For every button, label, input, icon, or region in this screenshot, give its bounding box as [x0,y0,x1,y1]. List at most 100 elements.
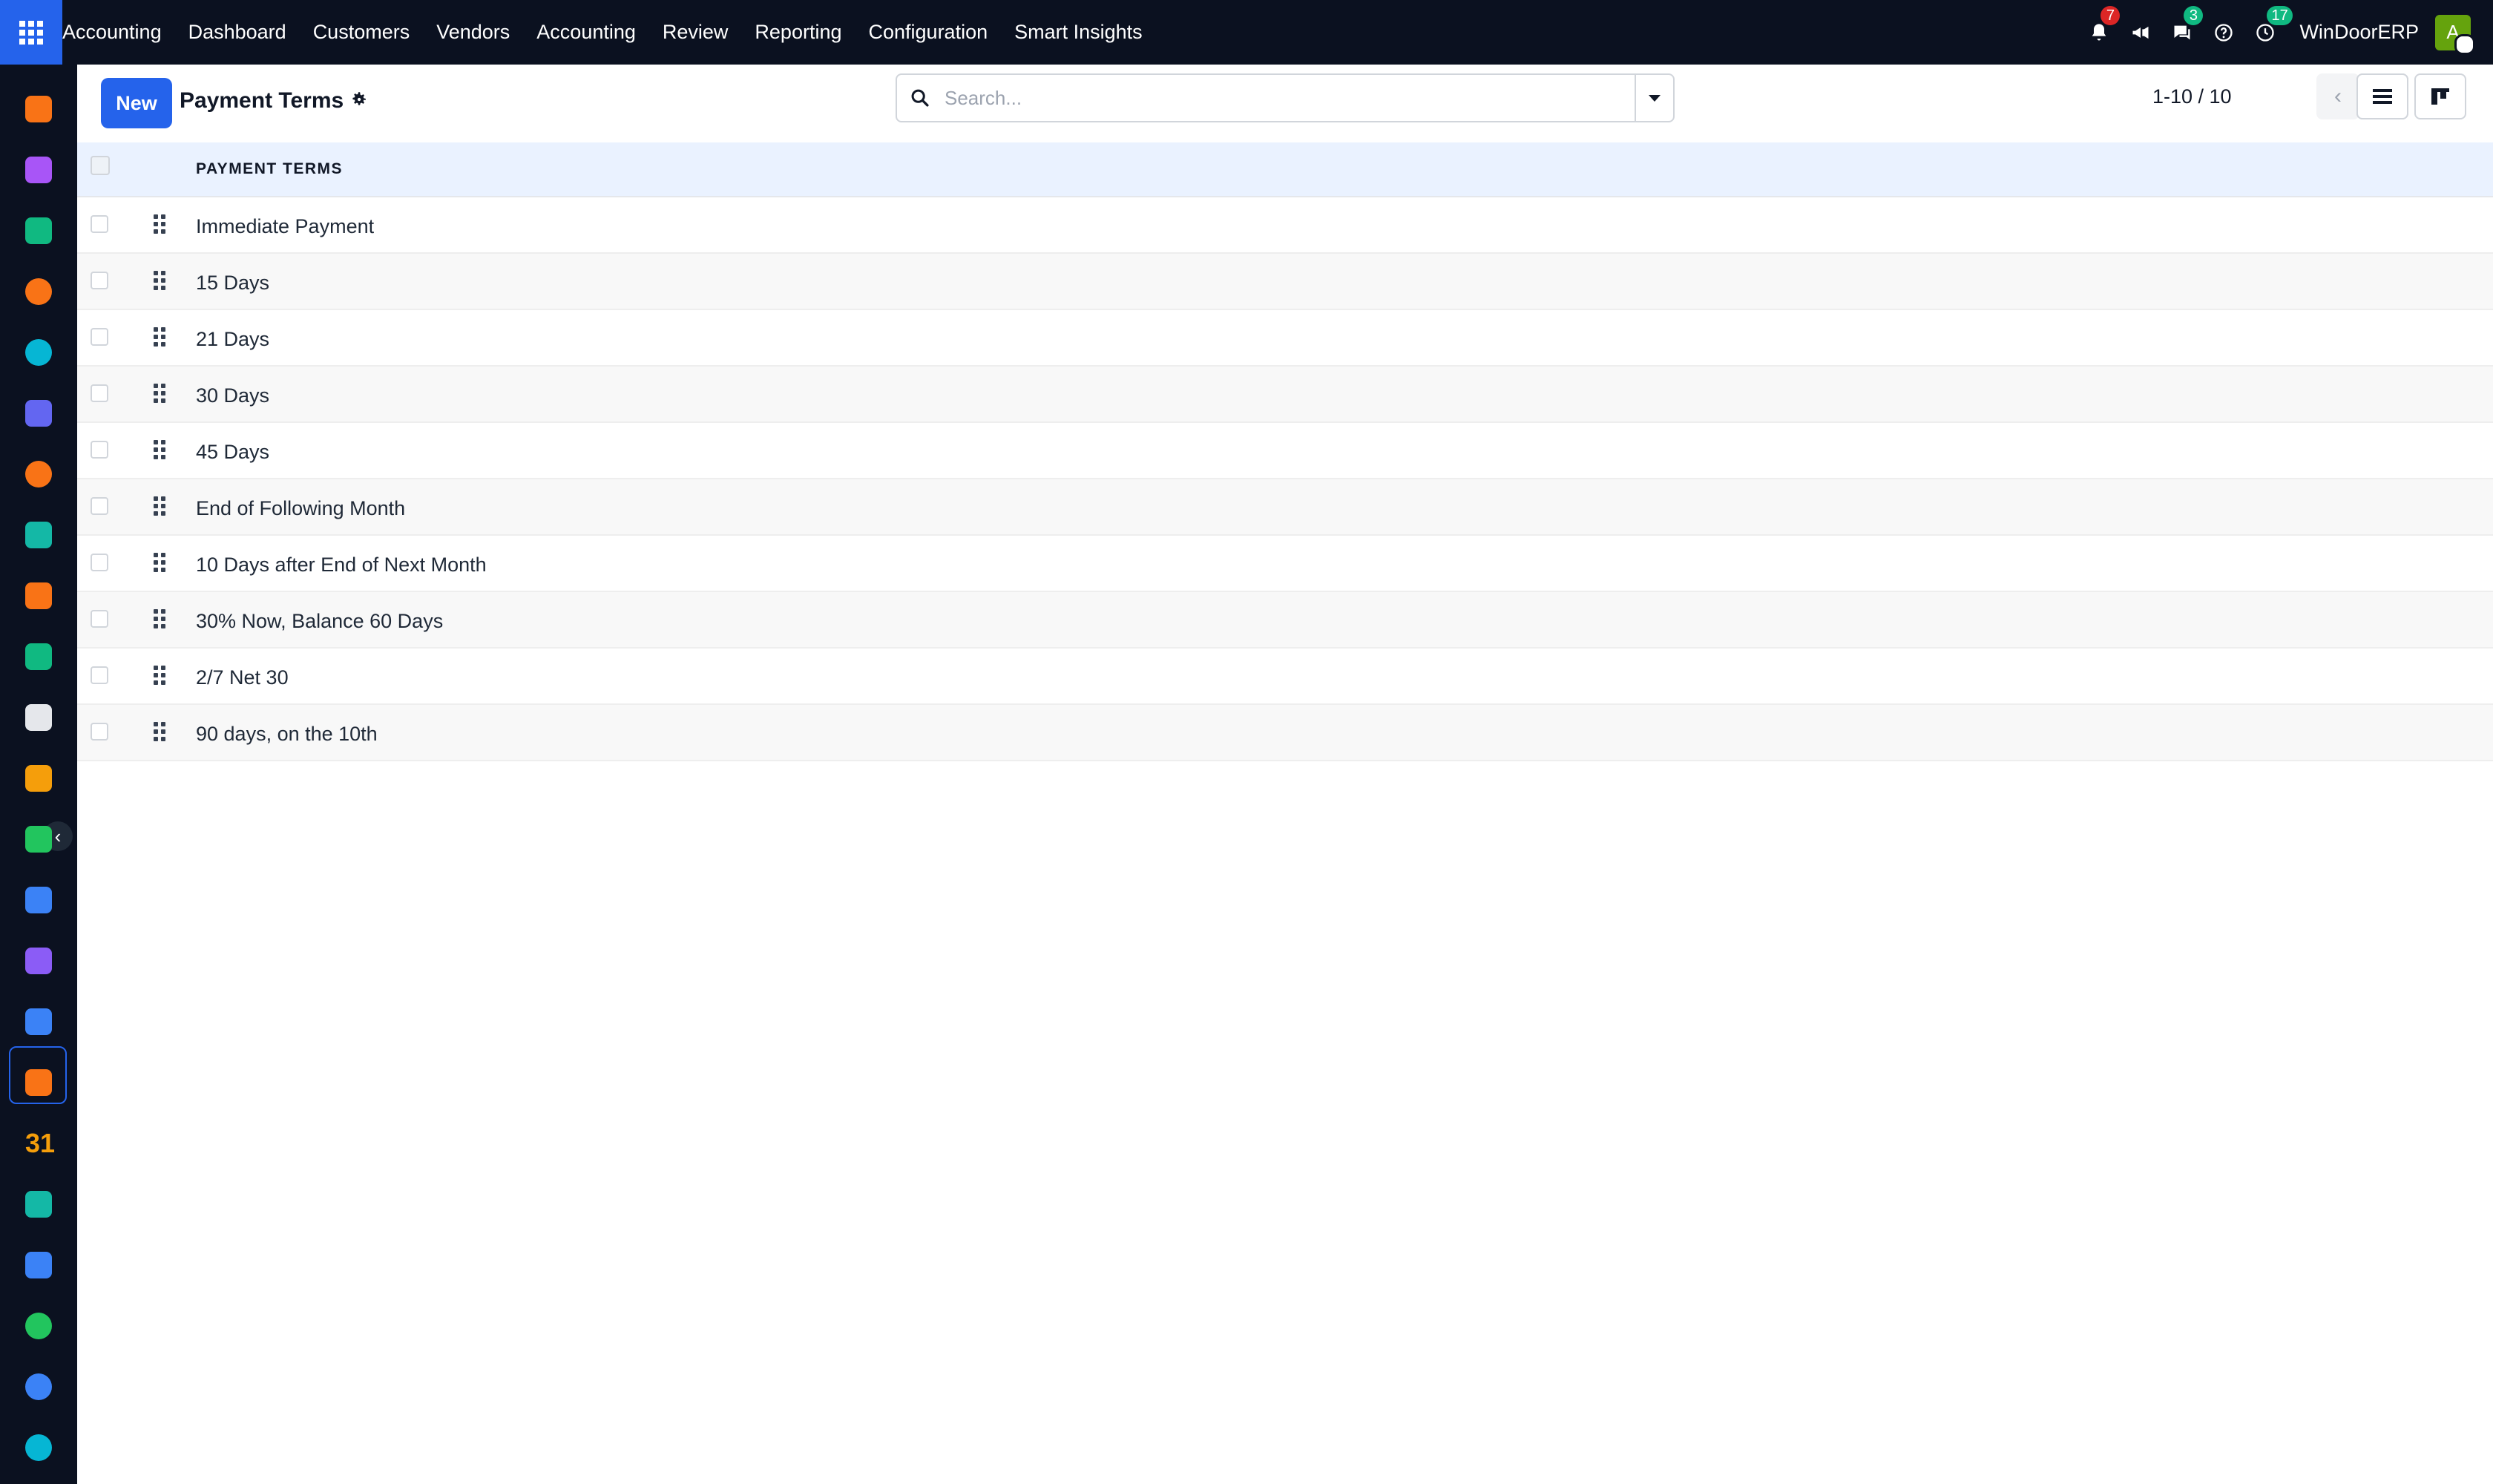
page-title: Payment Terms [180,88,344,113]
row-checkbox[interactable] [91,497,108,515]
caret-down-icon [1649,94,1661,102]
kanban-view-button[interactable] [2414,73,2466,119]
table-row[interactable]: 30 Days [77,367,2493,423]
menu-smart-insights[interactable]: Smart Insights [1014,21,1143,44]
invoicing-app-icon[interactable] [25,1008,52,1035]
row-checkbox[interactable] [91,554,108,571]
activities-button[interactable]: 17 [2244,0,2293,65]
search-input[interactable] [943,75,1635,121]
drag-handle-icon[interactable] [154,214,165,234]
pager-previous-button[interactable]: ‹ [2316,73,2359,119]
menu-reporting[interactable]: Reporting [755,21,841,44]
bell-icon [2092,23,2106,40]
payment-term-name: 45 Days [196,441,270,463]
drag-handle-icon[interactable] [154,327,165,347]
drag-handle-icon[interactable] [154,384,165,403]
dashboard-app-icon[interactable] [25,1252,52,1278]
announcements-button[interactable] [2120,0,2161,65]
drag-handle-icon[interactable] [154,722,165,741]
company-switcher[interactable]: WinDoorERP [2299,21,2419,44]
payment-term-name: 90 days, on the 10th [196,723,378,745]
payment-term-name: 30 Days [196,384,270,407]
clock-app-icon[interactable] [25,1373,52,1400]
notifications-badge: 7 [2101,6,2121,25]
row-checkbox[interactable] [91,215,108,233]
wave-app-icon[interactable] [25,339,52,366]
gear-icon[interactable] [349,90,368,114]
team-app-icon[interactable] [25,1069,52,1096]
row-checkbox[interactable] [91,328,108,346]
app-menu-button[interactable] [0,0,62,65]
search-options-toggle[interactable] [1635,75,1673,121]
drag-handle-icon[interactable] [154,609,165,628]
bar-chart-app-icon[interactable] [25,96,52,122]
drag-handle-icon[interactable] [154,666,165,685]
table-row[interactable]: Immediate Payment [77,197,2493,254]
menu-customers[interactable]: Customers [313,21,410,44]
row-checkbox[interactable] [91,666,108,684]
table-row[interactable]: 15 Days [77,254,2493,310]
package-app-icon[interactable] [25,704,52,731]
payment-term-name: 21 Days [196,328,270,350]
payment-term-name: End of Following Month [196,497,406,519]
contacts-app-icon[interactable] [25,217,52,244]
row-checkbox[interactable] [91,384,108,402]
payment-terms-table: PAYMENT TERMS Immediate Payment 15 Days 21… [77,142,2493,761]
messages-button[interactable]: 3 [2161,0,2204,65]
discuss-app-icon[interactable] [25,461,52,487]
table-body: Immediate Payment 15 Days 21 Days 30 Days 45… [77,197,2493,761]
menu-brand-accounting[interactable]: Accounting [62,21,162,44]
stock-app-icon[interactable] [25,522,52,548]
row-checkbox[interactable] [91,272,108,289]
inventory-app-icon[interactable] [25,948,52,974]
search-bar [896,73,1675,122]
mail-app-icon[interactable] [25,400,52,427]
table-row[interactable]: 2/7 Net 30 [77,649,2493,705]
menu-configuration[interactable]: Configuration [869,21,988,44]
menu-vendors[interactable]: Vendors [436,21,510,44]
employees-app-icon[interactable] [25,643,52,670]
chevron-left-icon: ‹ [2334,84,2342,108]
wave2-app-icon[interactable] [25,1434,52,1461]
drag-handle-icon[interactable] [154,553,165,572]
row-checkbox[interactable] [91,723,108,741]
help-button[interactable] [2203,0,2244,65]
reports-app-icon[interactable] [25,582,52,609]
list-view-button[interactable] [2356,73,2408,119]
paint-app-icon[interactable] [25,157,52,183]
pager-value[interactable]: 1-10 / 10 [2152,85,2232,108]
table-row[interactable]: End of Following Month [77,479,2493,536]
menu-accounting[interactable]: Accounting [536,21,636,44]
notifications-button[interactable]: 7 [2078,0,2121,65]
user-avatar[interactable]: A [2435,14,2475,55]
table-row[interactable]: 30% Now, Balance 60 Days [77,592,2493,649]
chat-app-icon[interactable] [25,278,52,305]
new-button[interactable]: New [101,78,172,128]
systray: 7 3 17 WinDoorERP A [2078,0,2493,65]
drag-handle-icon[interactable] [154,496,165,516]
payment-term-name: 10 Days after End of Next Month [196,554,487,576]
table-row[interactable]: 10 Days after End of Next Month [77,536,2493,592]
table-row[interactable]: 21 Days [77,310,2493,367]
menu-dashboard[interactable]: Dashboard [188,21,286,44]
payment-term-name: 15 Days [196,272,270,294]
whatsapp-app-icon[interactable] [25,1313,52,1339]
activities-badge: 17 [2267,6,2293,25]
presence-indicator [2454,33,2475,55]
tasks-app-icon[interactable] [25,826,52,853]
studio-app-icon[interactable] [25,765,52,792]
column-header-payment-terms[interactable]: PAYMENT TERMS [196,160,343,178]
table-row[interactable]: 45 Days [77,423,2493,479]
knowledge-app-icon[interactable] [25,887,52,913]
table-row[interactable]: 90 days, on the 10th [77,705,2493,761]
drag-handle-icon[interactable] [154,271,165,290]
megaphone-icon [2132,26,2149,39]
row-checkbox[interactable] [91,610,108,628]
select-all-checkbox[interactable] [91,156,110,175]
calendar-app-icon[interactable]: 31 [25,1130,55,1157]
drag-handle-icon[interactable] [154,440,165,459]
sign-app-icon[interactable] [25,1191,52,1218]
question-circle-icon [2215,23,2233,42]
row-checkbox[interactable] [91,441,108,459]
menu-review[interactable]: Review [663,21,729,44]
